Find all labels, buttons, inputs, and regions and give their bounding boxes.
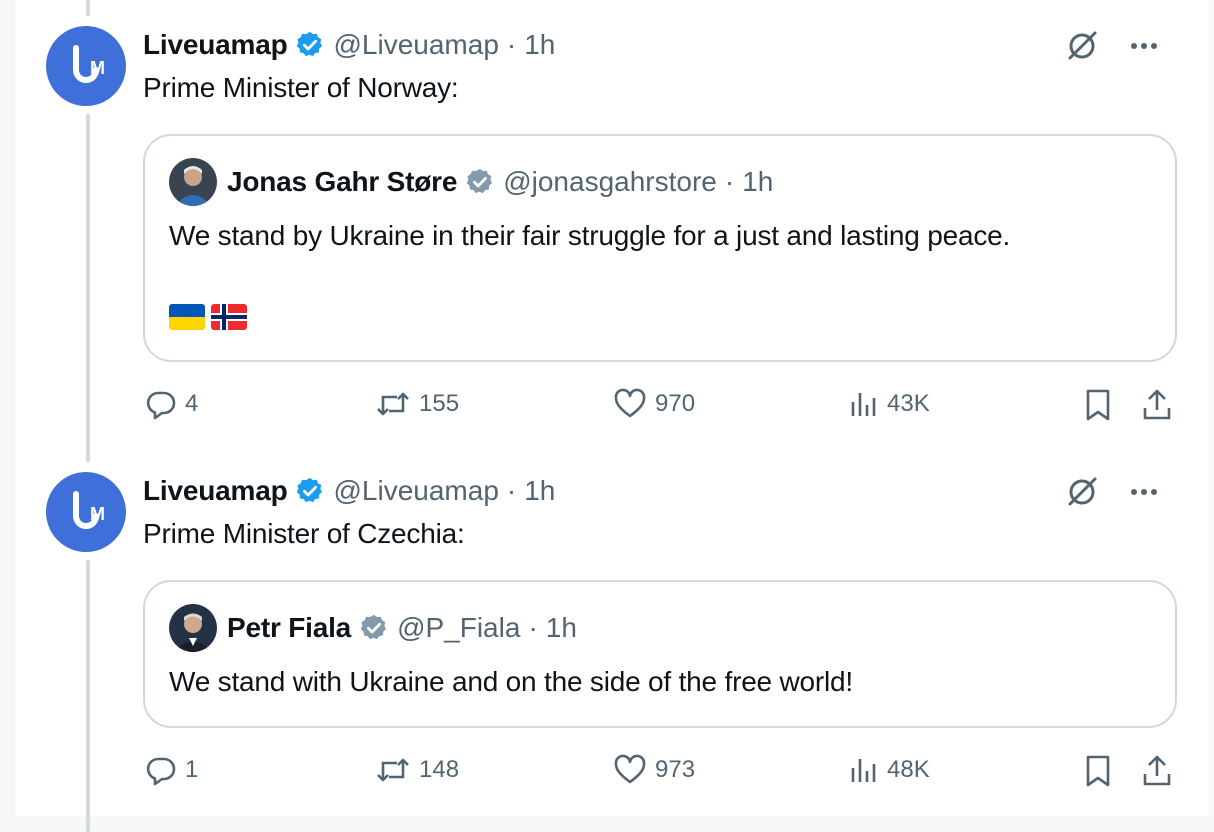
author-avatar[interactable]: M <box>46 26 126 106</box>
post-header: Liveuamap @Liveuamap · 1h <box>143 27 555 63</box>
separator-dot: · <box>528 612 538 643</box>
author-name[interactable]: Liveuamap <box>143 29 288 61</box>
bookmark-icon <box>1086 389 1110 421</box>
quoted-header: Jonas Gahr Støre @jonasgahrstore · 1h <box>169 158 773 206</box>
bookmark-icon <box>1086 755 1110 787</box>
liveuamap-logo-icon: M <box>73 491 105 529</box>
like-button[interactable]: 970 <box>613 388 695 420</box>
liveuamap-logo-icon: M <box>73 45 105 83</box>
quoted-time[interactable]: 1h <box>546 612 577 644</box>
reply-count: 1 <box>185 756 199 783</box>
author-avatar[interactable]: M <box>46 472 126 552</box>
like-button[interactable]: 973 <box>613 754 695 786</box>
quoted-avatar[interactable] <box>169 158 217 206</box>
repost-count: 155 <box>419 390 460 417</box>
views-icon <box>851 393 876 416</box>
grok-icon[interactable] <box>1064 474 1100 510</box>
post-time[interactable]: 1h <box>524 475 555 507</box>
quoted-post[interactable]: Jonas Gahr Støre @jonasgahrstore · 1h We… <box>143 134 1177 362</box>
like-icon <box>614 754 646 784</box>
share-button[interactable] <box>1141 388 1173 422</box>
post-top-actions <box>1064 474 1160 510</box>
views-icon <box>851 759 876 782</box>
post-text: Prime Minister of Norway: <box>143 72 459 103</box>
repost-icon <box>377 392 409 416</box>
reply-count: 4 <box>185 390 199 417</box>
bookmark-button[interactable] <box>1083 754 1113 788</box>
post-actions: 4 155 970 43K <box>143 388 1177 428</box>
quoted-author-name[interactable]: Petr Fiala <box>227 612 351 644</box>
author-name[interactable]: Liveuamap <box>143 475 288 507</box>
quoted-text: We stand with Ukraine and on the side of… <box>169 666 854 697</box>
share-icon <box>1143 389 1171 420</box>
reply-button[interactable]: 1 <box>145 754 198 786</box>
norway-flag-icon <box>211 304 247 330</box>
author-handle[interactable]: @Liveuamap <box>333 29 498 61</box>
bookmark-button[interactable] <box>1083 388 1113 422</box>
quoted-avatar[interactable] <box>169 604 217 652</box>
repost-count: 148 <box>419 756 460 783</box>
reply-icon <box>146 391 176 420</box>
quoted-text: We stand by Ukraine in their fair strugg… <box>169 220 1011 251</box>
quoted-author-name[interactable]: Jonas Gahr Støre <box>227 166 457 198</box>
reply-button[interactable]: 4 <box>145 388 198 420</box>
repost-button[interactable]: 155 <box>375 388 459 420</box>
flag-emojis <box>169 304 247 330</box>
verified-badge-icon <box>295 476 325 506</box>
like-icon <box>614 388 646 418</box>
verified-badge-icon <box>295 30 325 60</box>
verified-badge-icon <box>359 613 389 643</box>
quoted-header: Petr Fiala @P_Fiala · 1h <box>169 604 577 652</box>
separator-dot: · <box>506 475 517 506</box>
share-button[interactable] <box>1141 754 1173 788</box>
svg-text:M: M <box>90 504 105 524</box>
separator-dot: · <box>506 29 517 60</box>
separator-dot: · <box>724 166 735 197</box>
grok-icon[interactable] <box>1064 28 1100 64</box>
views-count: 43K <box>887 390 930 417</box>
post-text: Prime Minister of Czechia: <box>143 518 465 549</box>
author-handle[interactable]: @Liveuamap <box>333 475 498 507</box>
quoted-time[interactable]: 1h <box>742 166 773 198</box>
quoted-post[interactable]: Petr Fiala @P_Fiala · 1h We stand with U… <box>143 580 1177 728</box>
post-time[interactable]: 1h <box>524 29 555 61</box>
svg-text:M: M <box>90 58 105 78</box>
reply-icon <box>146 757 176 786</box>
quoted-author-handle[interactable]: @P_Fiala <box>397 612 520 644</box>
repost-button[interactable]: 148 <box>375 754 459 786</box>
thread-line-2 <box>86 560 90 832</box>
post-actions: 1 148 973 48K <box>143 754 1177 794</box>
thread-line-top <box>86 0 90 16</box>
quoted-author-handle[interactable]: @jonasgahrstore <box>503 166 717 198</box>
like-count: 970 <box>655 390 696 417</box>
views-button[interactable]: 43K <box>849 388 930 420</box>
views-count: 48K <box>887 756 930 783</box>
thread-line-1 <box>86 114 90 462</box>
post-top-actions <box>1064 28 1160 64</box>
repost-icon <box>377 758 409 782</box>
more-icon[interactable] <box>1128 30 1160 62</box>
share-icon <box>1143 755 1171 786</box>
ukraine-flag-icon <box>169 304 205 330</box>
verified-badge-icon <box>465 167 495 197</box>
more-icon[interactable] <box>1128 476 1160 508</box>
post-header: Liveuamap @Liveuamap · 1h <box>143 473 555 509</box>
views-button[interactable]: 48K <box>849 754 930 786</box>
like-count: 973 <box>655 756 696 783</box>
